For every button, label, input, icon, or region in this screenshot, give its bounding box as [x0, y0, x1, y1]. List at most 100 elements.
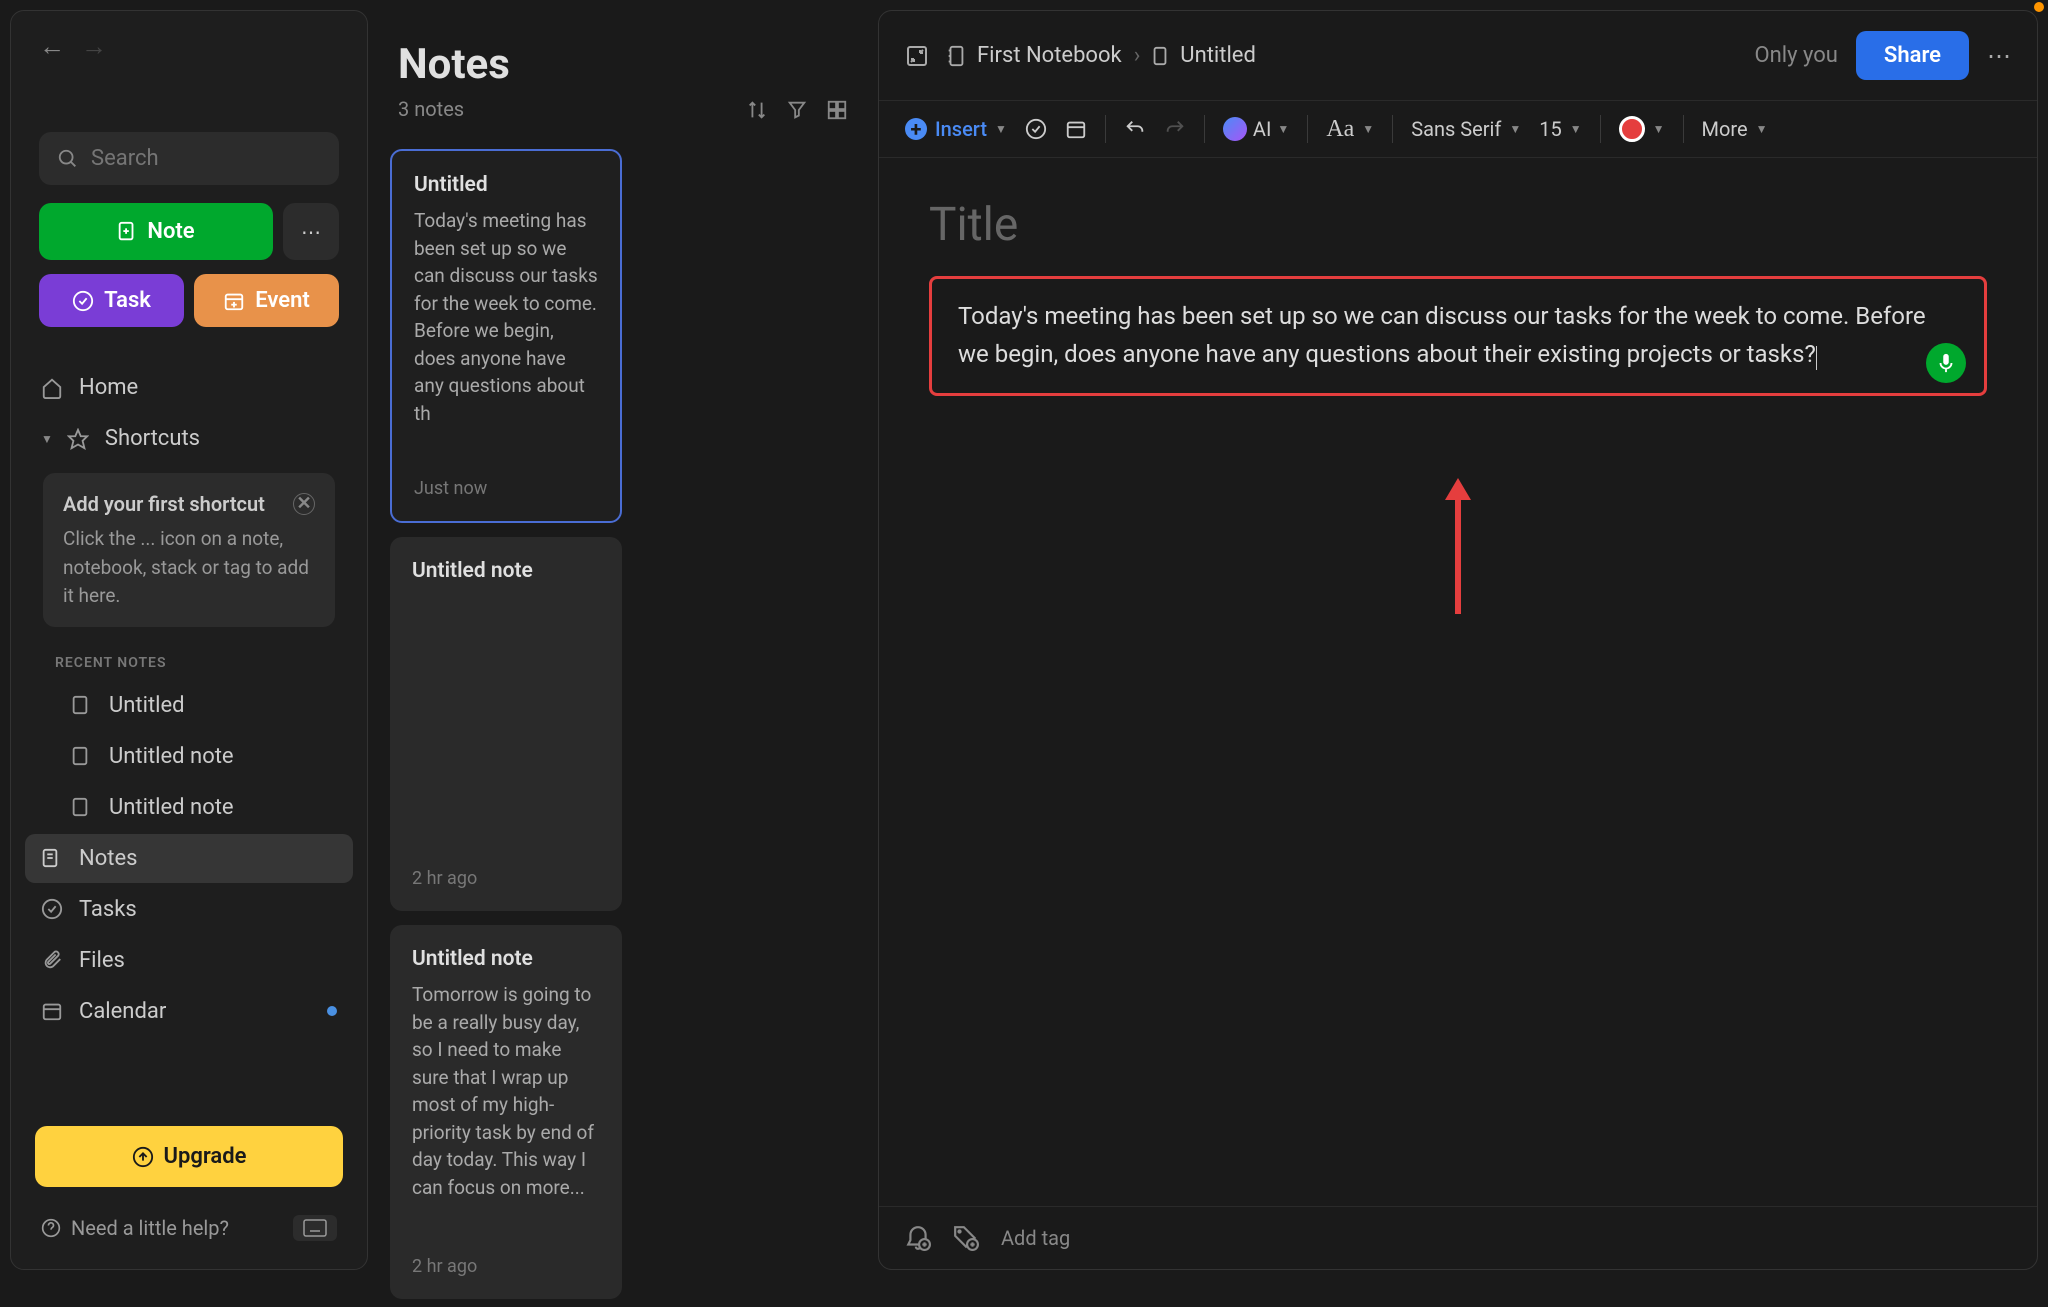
view-icon[interactable]: [826, 99, 848, 121]
note-btn-label: Note: [147, 219, 194, 244]
divider: [1392, 115, 1393, 143]
chevron-down-icon: ▼: [41, 432, 53, 446]
attachment-icon: [41, 949, 65, 971]
note-icon: [41, 848, 65, 868]
content-highlight-box: Today's meeting has been set up so we ca…: [929, 276, 1987, 396]
notes-title: Notes: [398, 40, 510, 89]
add-reminder-icon[interactable]: [905, 1225, 931, 1251]
insert-menu[interactable]: Insert ▼: [905, 117, 1007, 141]
task-btn-label: Task: [104, 288, 151, 313]
task-icon: [72, 290, 94, 312]
breadcrumb: First Notebook › Untitled: [947, 43, 1256, 68]
note-card[interactable]: Untitled note Tomorrow is going to be a …: [390, 925, 622, 1299]
card-time: 2 hr ago: [412, 1256, 600, 1277]
hint-title: Add your first shortcut: [63, 489, 265, 519]
editor-panel: First Notebook › Untitled Only you Share…: [878, 10, 2038, 1270]
home-icon: [41, 377, 65, 399]
recent-notes-label: RECENT NOTES: [25, 637, 353, 679]
text-color-menu[interactable]: ▼: [1619, 116, 1665, 142]
filter-icon[interactable]: [786, 99, 808, 121]
nav-tasks-label: Tasks: [79, 897, 137, 922]
new-event-button[interactable]: Event: [194, 274, 339, 327]
nav-files[interactable]: Files: [25, 936, 353, 985]
undo-icon[interactable]: [1124, 118, 1146, 140]
hint-body: Click the ... icon on a note, notebook, …: [63, 525, 315, 611]
note-icon: [71, 695, 95, 715]
notebook-icon: [947, 45, 965, 67]
upgrade-button[interactable]: Upgrade: [35, 1126, 343, 1187]
nav-tasks[interactable]: Tasks: [25, 885, 353, 934]
sort-icon[interactable]: [746, 99, 768, 121]
nav-back-icon[interactable]: ←: [39, 31, 65, 62]
shortcut-hint-box: Add your first shortcut ✕ Click the ... …: [43, 473, 335, 627]
notes-count: 3 notes: [398, 97, 510, 121]
divider: [1600, 115, 1601, 143]
share-button[interactable]: Share: [1856, 31, 1969, 80]
card-body: Tomorrow is going to be a really busy da…: [412, 981, 600, 1244]
keyboard-icon[interactable]: [293, 1215, 337, 1241]
new-note-button[interactable]: Note: [39, 203, 273, 260]
ai-icon: [1223, 117, 1247, 141]
more-icon[interactable]: ⋯: [1987, 42, 2011, 70]
calendar-plus-icon: [223, 290, 245, 312]
sidebar: ← → Note ⋯: [10, 10, 368, 1270]
divider: [1683, 115, 1684, 143]
card-time: Just now: [414, 478, 598, 499]
event-btn-label: Event: [255, 288, 310, 313]
search-box[interactable]: [39, 132, 339, 185]
calendar-icon: [41, 1000, 65, 1022]
note-card[interactable]: Untitled note 2 hr ago: [390, 537, 622, 911]
note-card[interactable]: Untitled Today's meeting has been set up…: [390, 149, 622, 523]
search-input[interactable]: [91, 146, 321, 171]
divider: [1307, 115, 1308, 143]
nav-forward-icon: →: [81, 31, 107, 62]
nav-notes[interactable]: Notes: [25, 834, 353, 883]
breadcrumb-separator: ›: [1134, 43, 1141, 68]
card-title: Untitled note: [412, 559, 600, 583]
insert-label: Insert: [935, 117, 987, 141]
mic-icon[interactable]: [1926, 343, 1966, 383]
calendar-icon[interactable]: [1065, 118, 1087, 140]
recent-note-item[interactable]: Untitled note: [25, 732, 353, 781]
nav-shortcuts[interactable]: ▼ Shortcuts: [25, 414, 353, 463]
nav-calendar[interactable]: Calendar: [25, 987, 353, 1036]
nav-calendar-label: Calendar: [79, 999, 166, 1024]
divider: [1105, 115, 1106, 143]
note-icon: [1152, 46, 1168, 66]
recent-note-item[interactable]: Untitled: [25, 681, 353, 730]
breadcrumb-notebook[interactable]: First Notebook: [977, 43, 1122, 68]
help-label[interactable]: Need a little help?: [71, 1216, 229, 1240]
recent-note-label: Untitled: [109, 693, 185, 718]
new-task-button[interactable]: Task: [39, 274, 184, 327]
add-tag-label[interactable]: Add tag: [1001, 1226, 1070, 1250]
note-icon: [71, 797, 95, 817]
nav-home-label: Home: [79, 375, 138, 400]
card-title: Untitled: [414, 173, 598, 197]
card-body: Today's meeting has been set up so we ca…: [414, 207, 598, 466]
editor-body[interactable]: Title Today's meeting has been set up so…: [879, 158, 2037, 1206]
breadcrumb-note[interactable]: Untitled: [1180, 43, 1256, 68]
font-family-menu[interactable]: Sans Serif ▼: [1411, 117, 1521, 141]
nav-notes-label: Notes: [79, 846, 137, 871]
font-size-menu[interactable]: 15 ▼: [1539, 117, 1581, 141]
ai-button[interactable]: AI▼: [1223, 117, 1289, 141]
add-tag-icon[interactable]: [953, 1225, 979, 1251]
close-icon[interactable]: ✕: [293, 493, 315, 515]
nav-shortcuts-label: Shortcuts: [105, 426, 200, 451]
note-title-input[interactable]: Title: [929, 198, 1987, 252]
more-button[interactable]: ⋯: [283, 203, 339, 260]
nav-files-label: Files: [79, 948, 125, 973]
recent-note-label: Untitled note: [109, 795, 234, 820]
expand-icon[interactable]: [905, 44, 929, 68]
text-style-menu[interactable]: Aa ▼: [1326, 116, 1374, 143]
card-body: [412, 593, 600, 856]
redo-icon: [1164, 118, 1186, 140]
checklist-icon[interactable]: [1025, 118, 1047, 140]
share-status: Only you: [1754, 43, 1837, 68]
more-format-menu[interactable]: More ▼: [1702, 117, 1768, 141]
color-swatch-icon: [1619, 116, 1645, 142]
font-label: Sans Serif: [1411, 117, 1501, 141]
nav-home[interactable]: Home: [25, 363, 353, 412]
note-body-text[interactable]: Today's meeting has been set up so we ca…: [958, 302, 1926, 368]
recent-note-item[interactable]: Untitled note: [25, 783, 353, 832]
